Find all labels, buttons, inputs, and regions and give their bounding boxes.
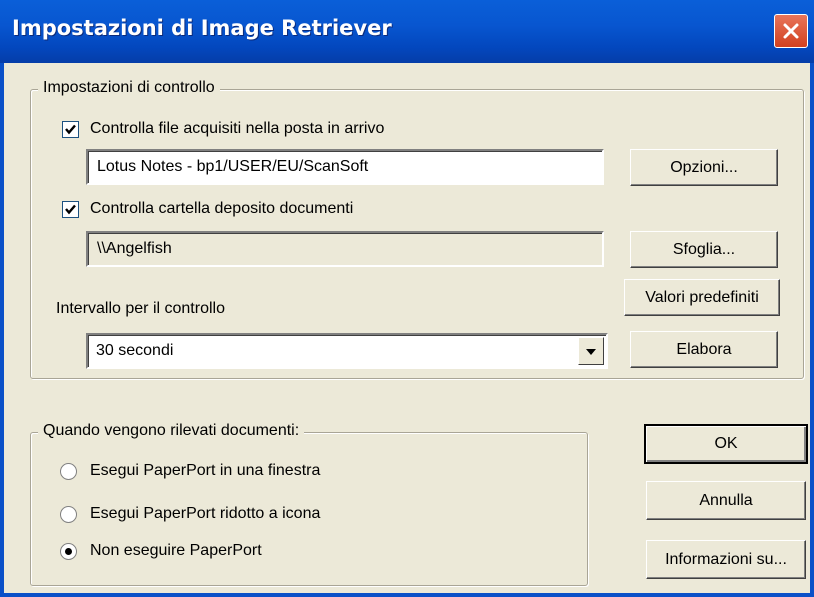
interval-select[interactable]: 30 secondi [86, 333, 608, 369]
monitor-settings-legend: Impostazioni di controllo [38, 78, 220, 98]
radio-dot-icon [65, 548, 72, 555]
checkmark-icon [65, 124, 76, 135]
folder-path-field[interactable]: \\Angelfish [86, 231, 604, 267]
cancel-button[interactable]: Annulla [646, 481, 806, 520]
radio-run-in-window[interactable] [60, 463, 77, 480]
mail-check-label[interactable]: Controlla file acquisiti nella posta in … [90, 119, 384, 139]
interval-dropdown-button[interactable] [578, 337, 604, 365]
checkmark-icon [65, 204, 76, 215]
folder-check-checkbox[interactable] [62, 201, 79, 218]
window-border-right [810, 63, 814, 597]
detected-documents-legend: Quando vengono rilevati documenti: [38, 421, 305, 441]
interval-label: Intervallo per il controllo [56, 300, 225, 317]
radio-run-in-window-label[interactable]: Esegui PaperPort in una finestra [90, 461, 320, 481]
about-button[interactable]: Informazioni su... [646, 540, 806, 579]
window-border-bottom [0, 593, 814, 597]
defaults-button[interactable]: Valori predefiniti [624, 279, 780, 316]
options-button[interactable]: Opzioni... [630, 149, 778, 186]
mail-source-field[interactable]: Lotus Notes - bp1/USER/EU/ScanSoft [86, 149, 604, 185]
close-button[interactable] [774, 14, 808, 48]
window-title: Impostazioni di Image Retriever [12, 16, 392, 40]
close-icon [783, 23, 799, 39]
process-button[interactable]: Elabora [630, 331, 778, 368]
chevron-down-icon [586, 349, 596, 355]
browse-button[interactable]: Sfoglia... [630, 231, 778, 268]
radio-do-not-run[interactable] [60, 543, 77, 560]
folder-check-label[interactable]: Controlla cartella deposito documenti [90, 199, 353, 219]
window-border-left [0, 63, 4, 597]
ok-button[interactable]: OK [644, 424, 808, 464]
radio-run-minimized[interactable] [60, 506, 77, 523]
title-bar[interactable]: Impostazioni di Image Retriever [0, 0, 814, 63]
interval-select-value: 30 secondi [96, 342, 174, 359]
radio-do-not-run-label[interactable]: Non eseguire PaperPort [90, 541, 262, 561]
mail-check-checkbox[interactable] [62, 121, 79, 138]
radio-run-minimized-label[interactable]: Esegui PaperPort ridotto a icona [90, 504, 320, 524]
